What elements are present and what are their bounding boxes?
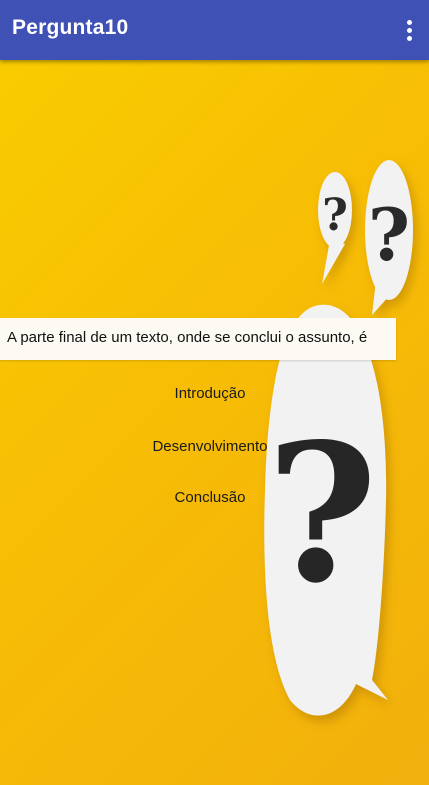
svg-text:?: ?	[368, 192, 410, 277]
question-bubbles-illustration: ? ? ?	[264, 160, 413, 716]
app-title: Pergunta10	[12, 16, 129, 39]
option-conclusao[interactable]: Conclusão	[122, 481, 298, 515]
app-bar: Pergunta10	[0, 0, 429, 60]
question-card: A parte final de um texto, onde se concl…	[0, 318, 396, 360]
option-introducao[interactable]: Introdução	[122, 377, 298, 411]
question-text: A parte final de um texto, onde se concl…	[7, 329, 368, 346]
more-vert-icon[interactable]	[399, 14, 419, 46]
quiz-content: ? ? ? A parte final de um texto, onde se…	[0, 60, 429, 785]
option-desenvolvimento[interactable]: Desenvolvimento	[122, 430, 298, 464]
svg-text:?: ?	[322, 190, 348, 241]
